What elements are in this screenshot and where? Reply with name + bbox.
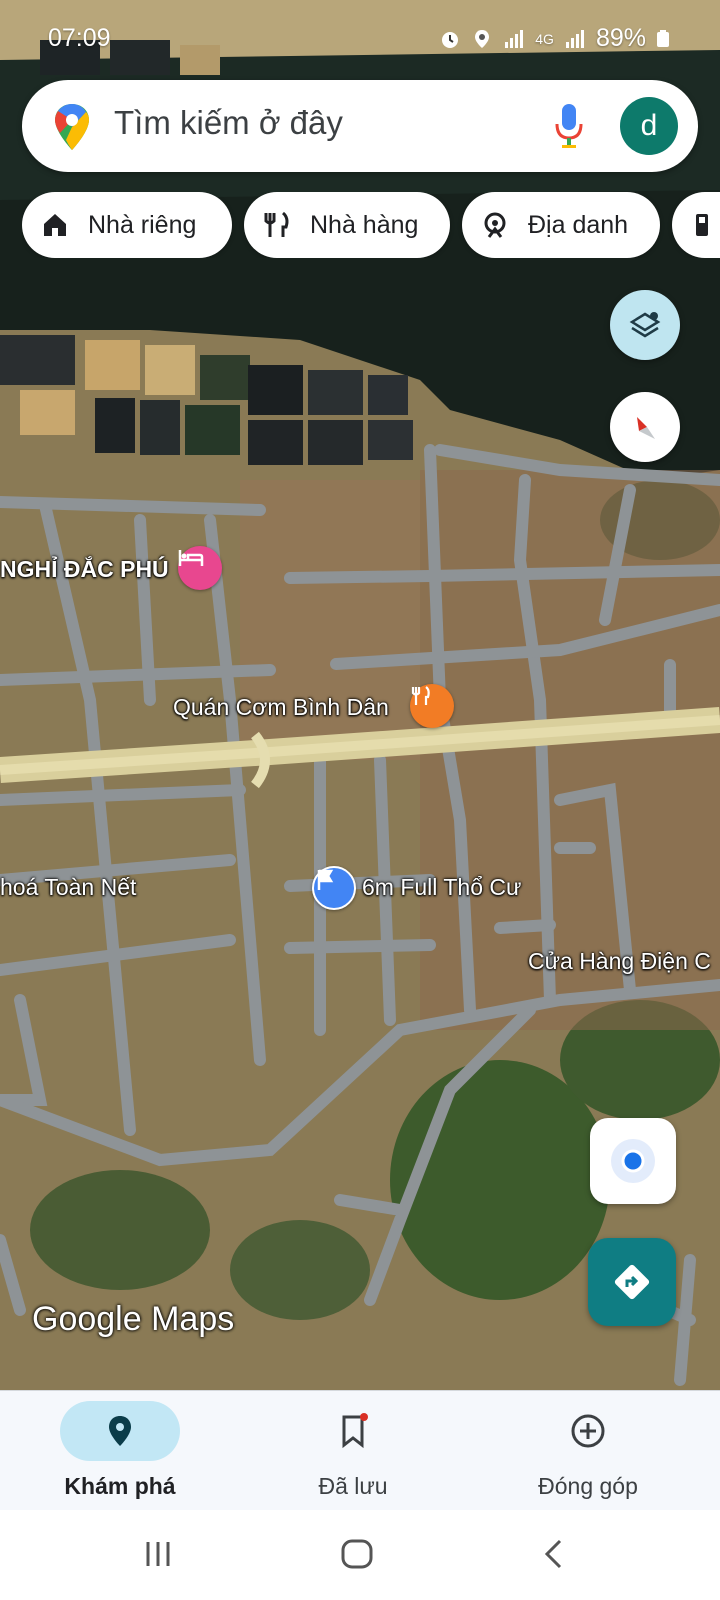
network-type: 4G (535, 30, 554, 47)
system-navigation-bar (0, 1510, 720, 1600)
microphone-icon[interactable] (552, 102, 586, 150)
chip-restaurant[interactable]: Nhà hàng (244, 192, 450, 258)
battery-icon (657, 29, 669, 47)
hotel-pin[interactable] (178, 546, 222, 590)
shop-label[interactable]: hoá Toàn Nết (0, 874, 136, 901)
bed-icon (178, 550, 204, 566)
restaurant-label[interactable]: Quán Cơm Bình Dân (173, 694, 389, 721)
parking-label[interactable]: 6m Full Thổ Cư (362, 874, 521, 901)
bottom-navigation: Khám phá Đã lưu Đóng góp (0, 1390, 720, 1510)
nav-saved[interactable]: Đã lưu (233, 1391, 473, 1511)
nav-contribute[interactable]: Đóng góp (468, 1391, 708, 1511)
chip-restaurant-label: Nhà hàng (310, 210, 419, 239)
nav-explore-label: Khám phá (64, 1473, 176, 1499)
google-maps-logo-icon (55, 104, 89, 150)
directions-icon (614, 1264, 650, 1300)
compass-button[interactable] (610, 392, 680, 462)
bookmark-icon (342, 1413, 368, 1449)
search-bar[interactable]: Tìm kiếm ở đây d (22, 80, 698, 172)
fork-knife-icon (411, 686, 430, 705)
layers-button[interactable] (610, 290, 680, 360)
signal-icon-2 (565, 29, 584, 48)
nav-saved-label: Đã lưu (318, 1473, 388, 1499)
account-avatar[interactable]: d (620, 97, 678, 155)
signal-icon (505, 29, 524, 48)
status-time: 07:09 (48, 24, 111, 52)
directions-button[interactable] (588, 1238, 676, 1326)
chip-home[interactable]: Nhà riêng (22, 192, 232, 258)
alarm-icon (442, 31, 459, 48)
search-input[interactable]: Tìm kiếm ở đây (114, 104, 343, 142)
add-circle-icon (571, 1414, 605, 1448)
restaurant-pin[interactable] (410, 684, 454, 728)
nav-contribute-label: Đóng góp (538, 1473, 638, 1499)
nav-explore[interactable]: Khám phá (0, 1391, 240, 1511)
back-icon[interactable] (540, 1538, 568, 1570)
status-bar: 07:09 4G 89% (0, 0, 720, 78)
category-chips: Nhà riêng Nhà hàng Địa danh (22, 192, 720, 258)
parking-pin[interactable] (312, 866, 356, 910)
my-location-button[interactable] (590, 1118, 676, 1204)
home-button-icon[interactable] (340, 1538, 374, 1570)
hotel-label[interactable]: NGHỈ ĐẮC PHÚ (0, 556, 169, 583)
location-icon (475, 29, 490, 48)
chip-gas[interactable] (672, 192, 720, 258)
chip-landmark[interactable]: Địa danh (462, 192, 660, 258)
flag-icon (317, 869, 334, 890)
my-location-icon (611, 1139, 655, 1183)
home-icon (44, 214, 66, 236)
battery-percent: 89% (595, 24, 646, 52)
gas-station-icon (696, 214, 708, 236)
explore-pin-icon (109, 1416, 131, 1446)
chip-home-label: Nhà riêng (88, 210, 197, 239)
chip-landmark-label: Địa danh (528, 210, 629, 239)
restaurant-icon (264, 211, 289, 237)
recent-apps-icon[interactable] (142, 1538, 174, 1570)
layers-icon (629, 312, 661, 338)
store-label[interactable]: Cửa Hàng Điện C (528, 948, 711, 975)
landmark-icon (484, 212, 506, 238)
compass-icon (637, 417, 655, 439)
google-maps-watermark: Google Maps (32, 1300, 235, 1338)
